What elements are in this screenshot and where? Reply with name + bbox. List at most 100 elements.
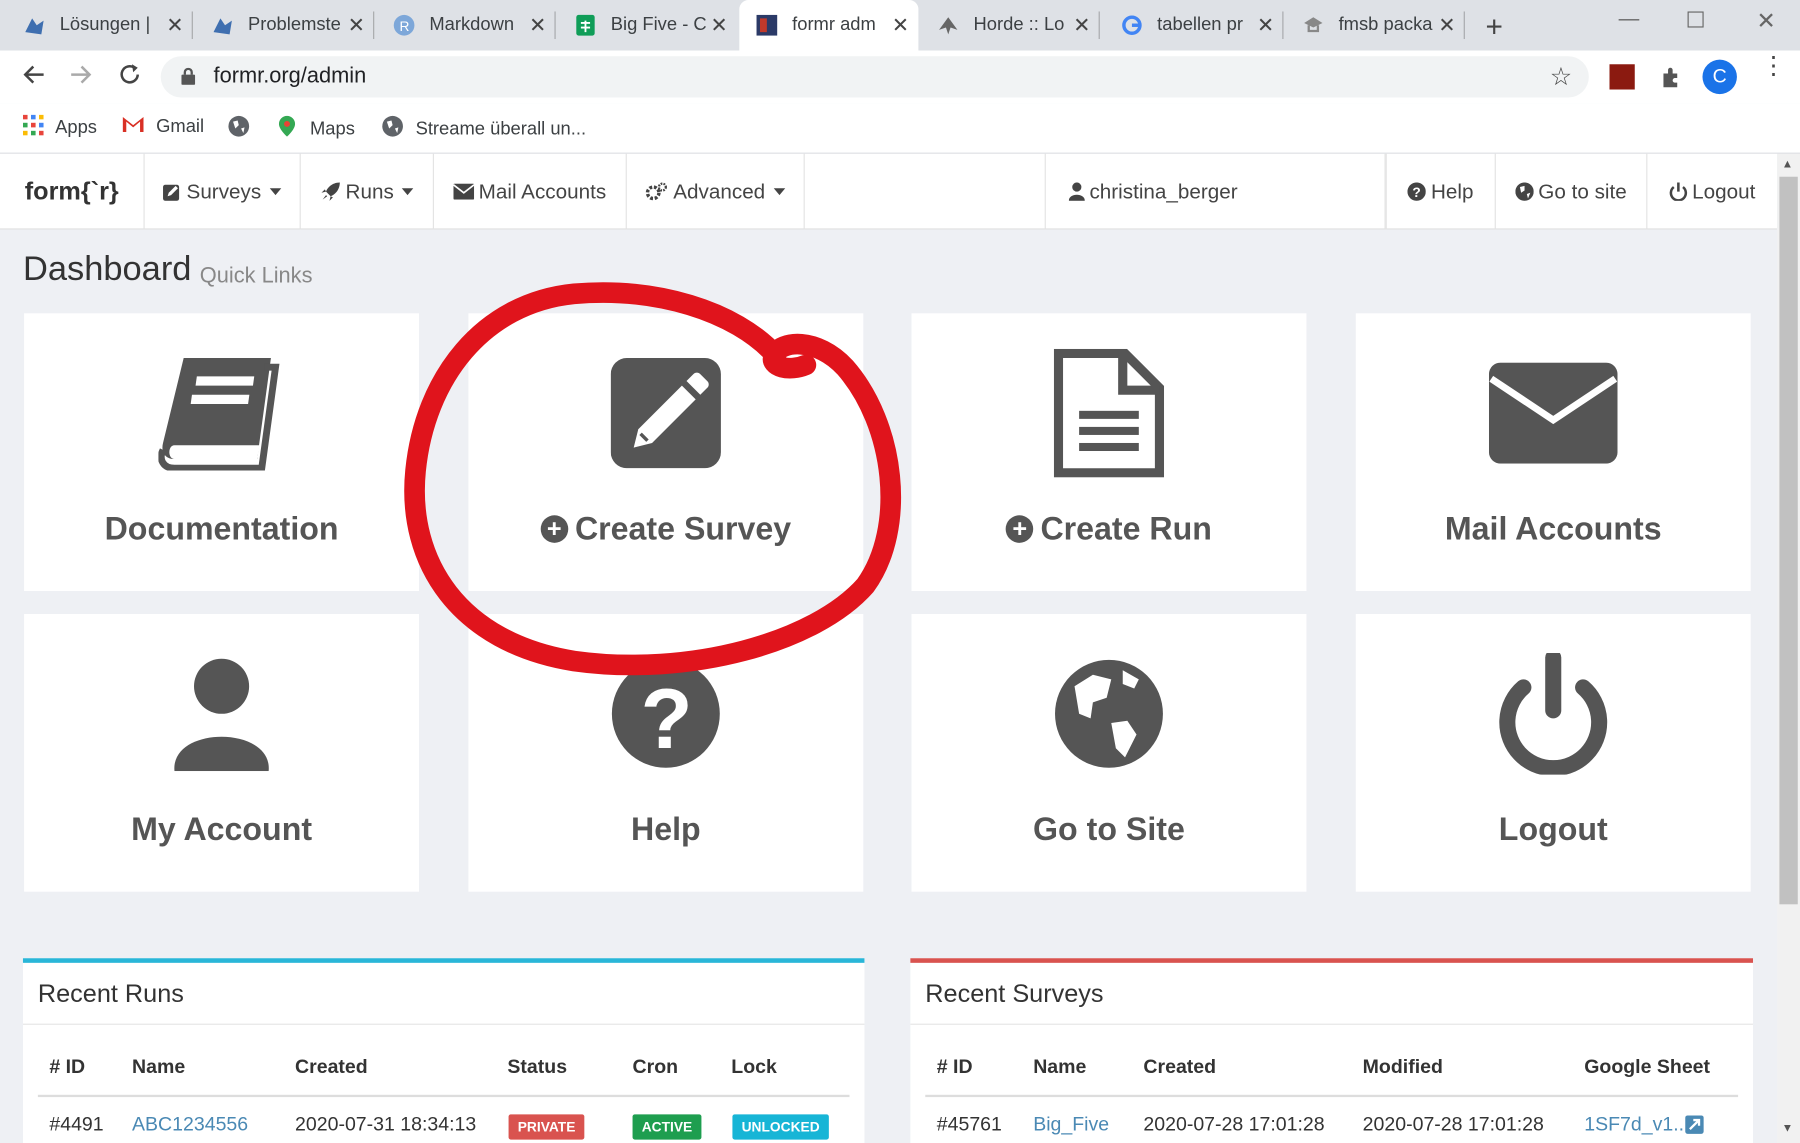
r-favicon-icon: R xyxy=(393,14,416,37)
nav-user[interactable]: christina_berger xyxy=(1044,153,1386,230)
reload-icon[interactable] xyxy=(117,62,142,93)
user-icon xyxy=(174,658,269,772)
caret-down-icon xyxy=(269,188,281,196)
google-favicon-icon xyxy=(1120,14,1143,37)
card-my-account[interactable]: My Account xyxy=(24,613,420,892)
tab-strip: Lösungen | ✕ Problemste ✕ R Markdown ✕ B… xyxy=(0,0,1800,51)
main-navbar: form{`r} Surveys Runs Mail Accounts Adva… xyxy=(0,153,1778,230)
survey-id: #45761 xyxy=(936,1113,1002,1135)
nav-help[interactable]: ? Help xyxy=(1385,153,1496,230)
browser-tab[interactable]: R Markdown ✕ xyxy=(393,0,556,50)
nav-mail-accounts[interactable]: Mail Accounts xyxy=(434,153,627,230)
edit-icon xyxy=(163,184,180,201)
svg-text:?: ? xyxy=(1413,185,1421,200)
card-documentation[interactable]: Documentation xyxy=(24,313,420,592)
cogs-icon xyxy=(646,182,668,201)
caret-down-icon xyxy=(401,188,414,196)
column-header: Name xyxy=(132,1055,186,1078)
envelope-icon xyxy=(453,183,475,200)
column-header: Modified xyxy=(1362,1055,1443,1078)
scrollbar-thumb[interactable] xyxy=(1779,176,1798,905)
cron-badge: ACTIVE xyxy=(632,1114,702,1140)
minimize-icon[interactable]: — xyxy=(1619,7,1640,31)
maps-icon xyxy=(276,115,299,144)
scroll-up-icon[interactable]: ▲ xyxy=(1782,158,1793,171)
mascot-favicon-icon xyxy=(211,14,234,37)
close-tab-icon[interactable]: ✕ xyxy=(529,14,546,38)
extensions-puzzle-icon[interactable] xyxy=(1660,64,1685,95)
gmail-icon xyxy=(122,115,145,139)
brand-logo[interactable]: form{`r} xyxy=(0,153,145,230)
bookmark-apps[interactable]: Apps xyxy=(22,114,97,141)
column-header: Created xyxy=(295,1055,368,1078)
globe-icon xyxy=(1055,659,1163,768)
nav-surveys[interactable]: Surveys xyxy=(145,153,301,230)
window-close-icon[interactable]: ✕ xyxy=(1756,7,1775,36)
close-tab-icon[interactable]: ✕ xyxy=(348,14,365,38)
panel-title: Recent Runs xyxy=(22,963,865,1025)
close-tab-icon[interactable]: ✕ xyxy=(1257,14,1274,38)
pdf-extension-icon[interactable] xyxy=(1609,64,1635,90)
document-icon xyxy=(1053,348,1165,478)
close-tab-icon[interactable]: ✕ xyxy=(1073,14,1090,38)
nav-runs[interactable]: Runs xyxy=(301,153,434,230)
external-link-icon[interactable] xyxy=(1685,1115,1704,1134)
bookmarks-bar: Apps Gmail Maps Streame überall un... xyxy=(0,103,1800,154)
browser-toolbar: formr.org/admin ☆ C ⋮ xyxy=(0,50,1800,104)
globe-icon xyxy=(227,115,250,144)
mascot-favicon-icon xyxy=(23,14,46,37)
survey-modified: 2020-07-28 17:01:28 xyxy=(1362,1113,1544,1135)
survey-name-link[interactable]: Big_Five xyxy=(1033,1113,1109,1136)
browser-tab[interactable]: Lösungen | ✕ xyxy=(23,0,193,50)
browser-tab[interactable]: Horde :: Lo ✕ xyxy=(937,0,1100,50)
horde-favicon-icon xyxy=(937,14,960,37)
globe-icon xyxy=(381,115,404,144)
card-logout[interactable]: Logout xyxy=(1355,613,1751,892)
new-tab-icon[interactable]: + xyxy=(1486,9,1503,45)
scroll-down-icon[interactable]: ▼ xyxy=(1782,1122,1793,1135)
browser-tab[interactable]: fmsb packa ✕ xyxy=(1302,0,1465,50)
bookmark-maps[interactable]: Maps xyxy=(276,115,355,144)
table-header-divider xyxy=(37,1094,850,1098)
star-icon[interactable]: ☆ xyxy=(1550,62,1573,92)
address-bar[interactable]: formr.org/admin ☆ xyxy=(160,56,1589,98)
menu-dots-icon[interactable]: ⋮ xyxy=(1761,52,1786,77)
back-arrow-icon[interactable] xyxy=(21,62,46,93)
caret-down-icon xyxy=(773,188,785,196)
card-create-run[interactable]: + Create Run xyxy=(911,313,1307,592)
bookmark-gmail[interactable]: Gmail xyxy=(122,115,204,139)
close-tab-icon[interactable]: ✕ xyxy=(166,14,183,38)
globe-icon xyxy=(1515,182,1534,201)
restore-icon[interactable] xyxy=(1687,11,1704,28)
power-icon xyxy=(1499,652,1608,775)
card-mail-accounts[interactable]: Mail Accounts xyxy=(1355,313,1751,592)
envelope-icon xyxy=(1488,362,1618,464)
column-header: Created xyxy=(1143,1055,1217,1078)
bookmark-stream[interactable]: Streame überall un... xyxy=(381,115,586,144)
google-sheet-link[interactable]: 1SF7d_v1... xyxy=(1584,1113,1689,1136)
svg-text:R: R xyxy=(400,19,410,34)
column-header: # ID xyxy=(49,1055,86,1078)
browser-tab[interactable]: Big Five - C ✕ xyxy=(574,0,737,50)
forward-arrow-icon[interactable] xyxy=(69,62,94,93)
nav-advanced[interactable]: Advanced xyxy=(627,153,805,230)
nav-go-to-site[interactable]: Go to site xyxy=(1496,153,1648,230)
nav-logout[interactable]: Logout xyxy=(1647,154,1777,230)
column-header: Name xyxy=(1033,1055,1087,1078)
close-tab-icon[interactable]: ✕ xyxy=(711,14,728,38)
profile-avatar[interactable]: C xyxy=(1702,59,1737,95)
page-title: Dashboard xyxy=(22,250,192,289)
browser-tab[interactable]: tabellen pr ✕ xyxy=(1120,0,1284,50)
browser-tab[interactable]: Problemste ✕ xyxy=(211,0,375,50)
url-text: formr.org/admin xyxy=(213,64,367,89)
book-icon xyxy=(158,358,280,471)
browser-tab-active[interactable]: formr adm ✕ xyxy=(739,0,919,51)
bookmark-globe[interactable] xyxy=(227,115,250,144)
run-name-link[interactable]: ABC1234556 xyxy=(132,1113,248,1136)
close-tab-icon[interactable]: ✕ xyxy=(1438,14,1455,38)
card-go-to-site[interactable]: Go to Site xyxy=(911,613,1307,892)
power-icon xyxy=(1669,182,1688,201)
lock-icon xyxy=(181,67,196,91)
column-header: # ID xyxy=(936,1055,973,1078)
close-tab-icon[interactable]: ✕ xyxy=(892,14,909,38)
